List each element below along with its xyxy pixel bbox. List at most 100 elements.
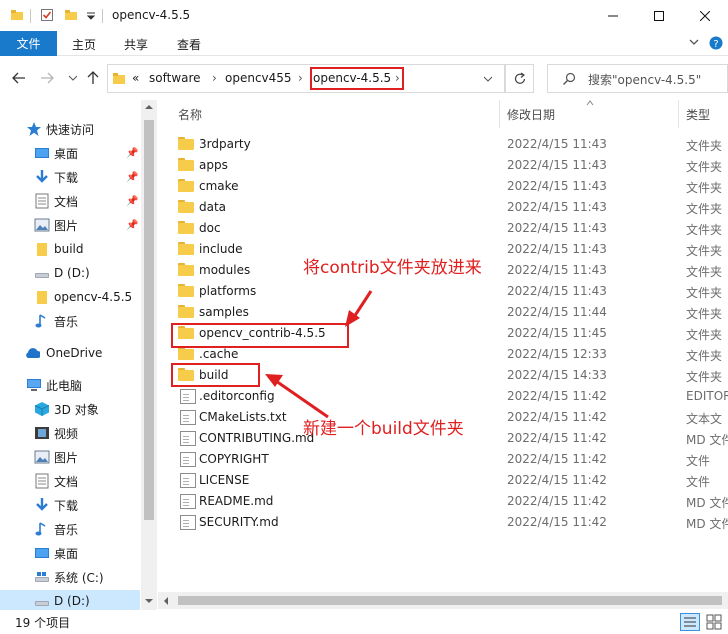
folder-row[interactable]: data 2022/4/15 11:43 文件夹 [158,197,728,218]
forward-button[interactable] [38,69,56,87]
tab-view[interactable]: 查看 [177,36,201,53]
details-view-icon[interactable] [680,613,700,631]
arrow-up-icon [87,71,99,84]
horizontal-scrollbar[interactable] [158,592,728,609]
nav-drive-d[interactable]: D (D:) [0,590,140,610]
folder-icon [178,242,194,257]
help-icon[interactable]: ? [709,36,723,50]
folder-icon [178,137,194,152]
address-bar[interactable]: « software › opencv455 › opencv-4.5.5 › [107,64,505,93]
expand-ribbon-icon[interactable] [688,37,700,47]
video-icon [35,427,49,439]
scroll-down-icon[interactable] [145,598,153,604]
nav-pictures-pinned[interactable]: 图片 📌 [0,214,140,236]
nav-label: 下载 [54,170,79,185]
new-folder-icon[interactable] [64,8,78,22]
customize-qat-icon[interactable] [86,12,96,20]
close-button[interactable] [682,0,728,31]
horizontal-scroll-thumb[interactable] [178,596,722,605]
nav-downloads-pinned[interactable]: 下载 📌 [0,166,140,188]
file-row[interactable]: LICENSE 2022/4/15 11:42 文件 [158,470,728,491]
search-input[interactable]: 搜索"opencv-4.5.5" [588,71,701,88]
tab-file[interactable]: 文件 [0,31,57,56]
nav-label: 快速访问 [46,122,95,137]
file-row[interactable]: .editorconfig 2022/4/15 11:42 EDITOR [158,386,728,407]
pin-icon: 📌 [126,171,139,183]
large-icons-view-icon[interactable] [706,614,722,630]
refresh-button[interactable] [505,64,534,93]
folder-row[interactable]: platforms 2022/4/15 11:43 文件夹 [158,281,728,302]
file-date: 2022/4/15 11:42 [507,389,607,403]
nav-label: 3D 对象 [54,402,99,417]
file-date: 2022/4/15 11:42 [507,515,607,529]
file-type: 文件夹 [686,244,723,258]
search-icon [563,72,576,85]
nav-build[interactable]: build [0,238,140,260]
nav-quick-access[interactable]: 快速访问 [0,118,140,140]
nav-scrollbar[interactable] [141,100,157,610]
nav-this-pc[interactable]: 此电脑 [0,374,140,396]
nav-desktop-pinned[interactable]: 桌面 📌 [0,142,140,164]
column-header-name[interactable]: 名称 [178,106,202,123]
nav-label: 音乐 [54,522,79,537]
file-name: 3rdparty [199,137,251,151]
search-box[interactable]: 搜索"opencv-4.5.5" [547,64,728,93]
maximize-button[interactable] [636,0,682,31]
nav-3d-objects[interactable]: 3D 对象 [0,398,140,420]
nav-scroll-thumb[interactable] [144,120,154,520]
folder-row[interactable]: apps 2022/4/15 11:43 文件夹 [158,155,728,176]
folder-row[interactable]: 3rdparty 2022/4/15 11:43 文件夹 [158,134,728,155]
nav-pictures[interactable]: 图片 [0,446,140,468]
breadcrumb-separator-icon[interactable]: › [212,71,217,85]
column-divider[interactable] [678,100,679,128]
nav-videos[interactable]: 视频 [0,422,140,444]
up-button[interactable] [84,69,102,87]
column-divider[interactable] [499,100,500,128]
nav-drive-c[interactable]: 系统 (C:) [0,566,140,588]
tab-share[interactable]: 共享 [124,36,148,53]
nav-downloads[interactable]: 下载 [0,494,140,516]
file-row[interactable]: SECURITY.md 2022/4/15 11:42 MD 文件 [158,512,728,533]
nav-desktop[interactable]: 桌面 [0,542,140,564]
scroll-up-icon[interactable] [145,104,153,110]
folder-row[interactable]: doc 2022/4/15 11:43 文件夹 [158,218,728,239]
nav-opencv-4.5.5[interactable]: opencv-4.5.5 [0,286,140,308]
tab-home[interactable]: 主页 [72,36,96,53]
file-date: 2022/4/15 11:42 [507,494,607,508]
file-date: 2022/4/15 11:42 [507,431,607,445]
file-row[interactable]: COPYRIGHT 2022/4/15 11:42 文件 [158,449,728,470]
properties-icon[interactable] [40,8,54,22]
nav-drive-d-quick[interactable]: D (D:) [0,262,140,284]
file-row[interactable]: README.md 2022/4/15 11:42 MD 文件 [158,491,728,512]
file-type: 文件夹 [686,265,723,279]
contrib-highlight-box [171,323,349,348]
recent-locations-button[interactable] [64,69,82,87]
folder-row[interactable]: samples 2022/4/15 11:44 文件夹 [158,302,728,323]
folder-row[interactable]: cmake 2022/4/15 11:43 文件夹 [158,176,728,197]
chevron-down-icon[interactable] [483,75,493,83]
breadcrumb-separator-icon[interactable]: › [298,71,303,85]
nav-music-quick[interactable]: 音乐 [0,310,140,332]
minimize-button[interactable] [590,0,636,31]
nav-documents[interactable]: 文档 [0,470,140,492]
file-type: EDITOR [686,389,728,403]
breadcrumb-opencv455[interactable]: opencv455 [225,71,292,85]
nav-label: 音乐 [54,314,79,329]
file-name: cmake [199,179,239,193]
file-date: 2022/4/15 11:43 [507,242,607,256]
nav-documents-pinned[interactable]: 文档 📌 [0,190,140,212]
nav-music[interactable]: 音乐 [0,518,140,540]
file-date: 2022/4/15 12:33 [507,347,607,361]
file-type: MD 文件 [686,517,728,531]
folder-icon [178,158,194,173]
column-header-date[interactable]: 修改日期 [507,106,555,123]
arrow-right-icon [41,72,54,84]
column-header-type[interactable]: 类型 [686,106,710,123]
breadcrumb-overflow[interactable]: « [132,71,139,85]
nav-onedrive[interactable]: OneDrive [0,342,140,364]
breadcrumb-software[interactable]: software [149,71,201,85]
scroll-left-icon[interactable] [163,597,169,605]
nav-label: 桌面 [54,546,79,561]
file-type: 文件夹 [686,160,723,174]
back-button[interactable] [10,69,28,87]
